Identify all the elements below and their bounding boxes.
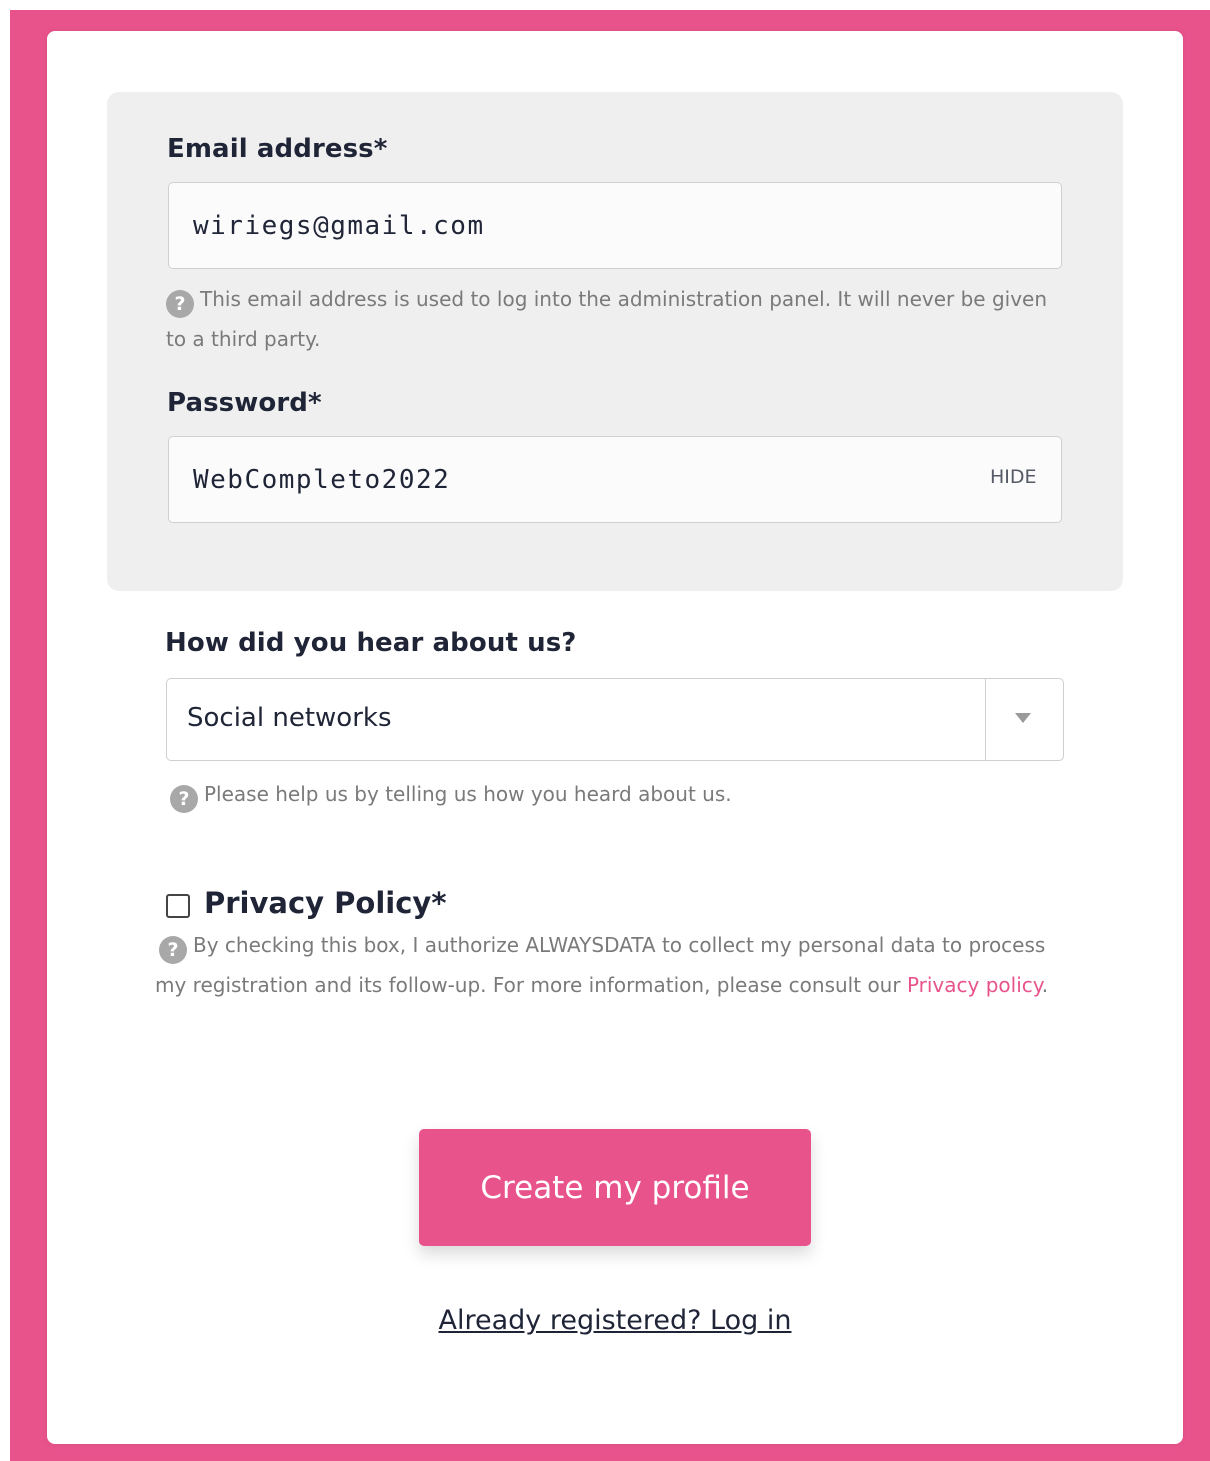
referral-selected-value: Social networks — [187, 703, 392, 733]
privacy-text-after: . — [1041, 973, 1049, 997]
privacy-policy-link[interactable]: Privacy policy — [907, 973, 1042, 997]
email-hint-text: This email address is used to log into t… — [166, 287, 1048, 351]
hide-password-toggle[interactable]: HIDE — [990, 466, 1037, 488]
privacy-label: Privacy Policy* — [204, 886, 447, 920]
login-link[interactable]: Already registered? Log in — [0, 1305, 1210, 1336]
referral-hint-text: Please help us by telling us how you hea… — [204, 782, 732, 806]
referral-label: How did you hear about us? — [165, 628, 577, 658]
question-circle-icon: ? — [159, 936, 187, 964]
privacy-text: ? By checking this box, I authorize ALWAY… — [155, 925, 1055, 1005]
privacy-checkbox[interactable] — [166, 894, 190, 918]
email-input[interactable] — [168, 182, 1062, 269]
create-profile-button[interactable]: Create my profile — [419, 1129, 811, 1246]
email-label: Email address* — [167, 134, 388, 164]
chevron-down-icon[interactable] — [1015, 713, 1031, 723]
referral-select[interactable]: Social networks — [166, 678, 1064, 761]
question-circle-icon: ? — [166, 290, 194, 318]
question-circle-icon: ? — [170, 785, 198, 813]
select-divider — [985, 679, 986, 760]
email-hint: ? This email address is used to log into … — [166, 279, 1066, 359]
password-label: Password* — [167, 388, 322, 418]
password-input[interactable] — [168, 436, 1062, 523]
referral-hint: ? Please help us by telling us how you he… — [170, 774, 1070, 814]
